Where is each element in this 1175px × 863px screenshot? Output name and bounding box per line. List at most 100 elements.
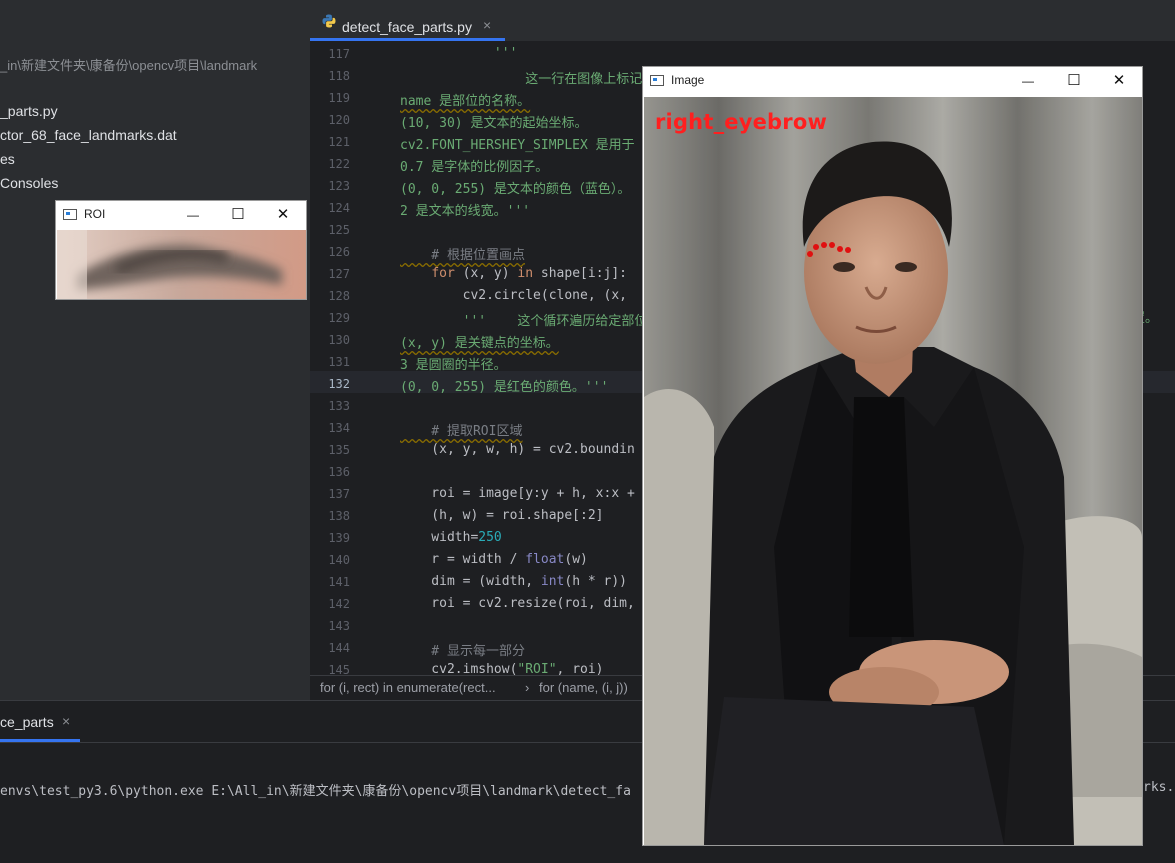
code-token: 2 是文本的线宽。''' [400,204,531,219]
face-part-label: right_eyebrow [655,110,828,134]
code-line: name 是部位的名称。 [400,90,530,109]
landmark-point [821,242,827,248]
code-line: 0.7 是字体的比例因子。 [400,156,548,175]
line-number: 132 [328,377,350,391]
image-window-titlebar[interactable]: Image — ☐ ✕ [643,67,1142,95]
project-file-parts-py[interactable]: _parts.py [0,103,58,119]
maximize-button[interactable]: ☐ [215,201,261,229]
landmark-point [845,247,851,253]
run-tab[interactable]: ce_parts × [0,701,80,742]
project-node-consoles[interactable]: Consoles [0,175,58,191]
python-file-icon [322,14,336,28]
image-window[interactable]: Image — ☐ ✕ right_eyebrow [642,66,1143,846]
close-button[interactable]: ✕ [260,201,306,229]
code-token: # 根据位置画点 [400,248,525,263]
code-line: r = width / float(w) [400,552,588,567]
code-token: cv2.imshow( [400,662,518,675]
code-token: ''' 这个循环遍历给定部位 [400,314,648,329]
line-number: 127 [328,267,350,281]
code-token: (h * r)) [564,574,627,589]
project-file-landmarks-dat[interactable]: ctor_68_face_landmarks.dat [0,127,177,143]
code-token: roi = image[y:y + h, x:x + [400,486,635,501]
line-number: 120 [328,113,350,127]
code-line: (x, y) 是关键点的坐标。 [400,332,559,351]
code-token: 250 [478,530,502,545]
line-number: 130 [328,333,350,347]
code-token: # 提取ROI区域 [400,424,523,439]
editor-tab-bar: detect_face_parts.py × [310,0,1175,42]
code-token: width= [400,530,479,545]
code-line: cv2.imshow("ROI", roi) [400,662,604,675]
line-number: 134 [328,421,350,435]
code-token: (0, 0, 255) 是红色的颜色。''' [400,380,609,395]
code-line: dim = (width, int(h * r)) [400,574,627,589]
breadcrumb-item-loop2[interactable]: for (name, (i, j)) [539,680,628,695]
run-tab-close-icon[interactable]: × [62,713,70,729]
image-window-title: Image [671,73,705,87]
code-token: (0, 0, 255) 是文本的颜色（蓝色）。 [400,182,631,197]
landmark-point [813,244,819,250]
roi-window-titlebar[interactable]: ROI — ☐ ✕ [56,201,306,229]
code-token: (x, y, w, h) = cv2.boundin [400,442,635,457]
tab-label: detect_face_parts.py [342,19,472,35]
minimize-button[interactable]: — [170,201,216,229]
line-number: 142 [328,597,350,611]
code-line: 3 是圆圈的半径。 [400,354,507,373]
code-token: float [525,552,565,567]
landmark-point [829,242,835,248]
code-token: name 是部位的名称。 [400,94,531,109]
code-token: 0.7 是字体的比例因子。 [400,160,549,175]
code-token: for [431,266,455,281]
code-line: # 显示每一部分 [400,640,525,659]
code-line: roi = image[y:y + h, x:x + [400,486,635,501]
line-number: 139 [328,531,350,545]
code-line: (x, y, w, h) = cv2.boundin [400,442,635,457]
line-number: 138 [328,509,350,523]
line-number: 125 [328,223,350,237]
line-number: 128 [328,289,350,303]
line-number: 123 [328,179,350,193]
code-line: (0, 0, 255) 是文本的颜色（蓝色）。 [400,178,630,197]
line-number: 126 [328,245,350,259]
code-token: ''' [400,46,518,61]
roi-window-title: ROI [84,207,106,221]
code-line: cv2.circle(clone, (x, [400,288,635,303]
landmark-point [837,246,843,252]
landmark-point [807,251,813,257]
code-line: 2 是文本的线宽。''' [400,200,530,219]
code-token: r = width / [400,552,526,567]
code-line: (h, w) = roi.shape[:2] [400,508,604,523]
code-line: width=250 [400,530,502,545]
line-number: 144 [328,641,350,655]
code-line: cv2.FONT_HERSHEY_SIMPLEX 是用于 [400,134,635,153]
code-token: cv2.FONT_HERSHEY_SIMPLEX 是用于 [400,138,635,153]
line-number: 129 [328,311,350,325]
code-token: (x, y) [454,266,518,281]
code-token: 3 是圆圈的半径。 [400,358,507,373]
code-line: ''' [400,46,518,61]
line-number: 119 [328,91,350,105]
run-tab-label: ce_parts [0,714,54,730]
code-token: int [540,574,565,589]
code-line: (10, 30) 是文本的起始坐标。 [400,112,587,131]
window-app-icon [650,75,664,86]
code-token: shape[i:j]: [533,266,627,281]
line-number: 117 [328,47,350,61]
project-node-libraries[interactable]: es [0,151,15,167]
tab-detect-face-parts[interactable]: detect_face_parts.py × [310,0,505,41]
maximize-button[interactable]: ☐ [1051,67,1097,95]
breadcrumb-item-loop1[interactable]: for (i, rect) in enumerate(rect... [320,680,496,695]
minimize-button[interactable]: — [1005,67,1051,95]
close-button[interactable]: ✕ [1096,67,1142,95]
line-number: 118 [328,69,350,83]
code-line: ''' 这个循环遍历给定部位 [400,310,648,329]
roi-window[interactable]: ROI — ☐ ✕ [55,200,307,300]
tab-close-icon[interactable]: × [483,17,491,33]
code-token: "ROI" [517,662,557,675]
code-token: (h, w) = roi.shape[:2] [400,508,604,523]
code-token: (10, 30) 是文本的起始坐标。 [400,116,588,131]
code-token: , roi) [556,662,604,675]
code-token: (w) [564,552,588,567]
window-app-icon [63,209,77,220]
